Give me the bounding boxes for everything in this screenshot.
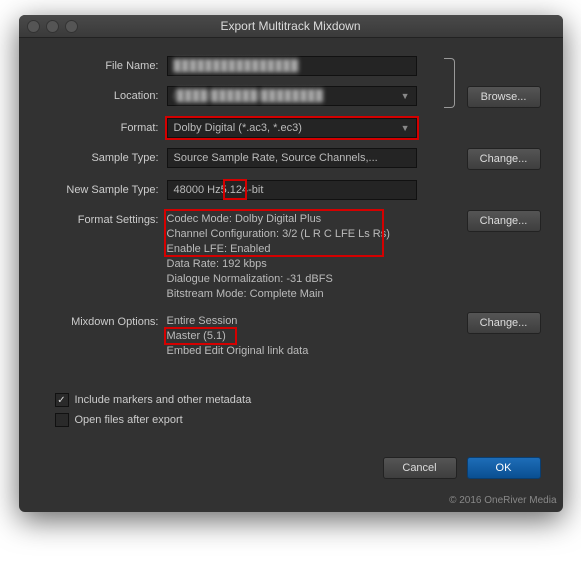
file-name-input[interactable]: ████████████████ (167, 56, 417, 76)
minimize-icon[interactable] (46, 20, 59, 33)
chevron-down-icon: ▼ (401, 123, 410, 133)
format-settings-label: Format Settings: (41, 210, 167, 226)
format-dropdown[interactable]: Dolby Digital (*.ac3, *.ec3) ▼ (167, 118, 417, 138)
titlebar[interactable]: Export Multitrack Mixdown (19, 15, 563, 38)
format-settings-value: Codec Mode: Dolby Digital Plus Channel C… (167, 210, 417, 302)
include-markers-checkbox[interactable]: ✓ (55, 393, 69, 407)
mixdown-options-label: Mixdown Options: (41, 312, 167, 328)
sample-type-value: Source Sample Rate, Source Channels,... (167, 148, 417, 168)
window-title: Export Multitrack Mixdown (19, 19, 563, 33)
sample-type-label: Sample Type: (41, 148, 167, 164)
cancel-button[interactable]: Cancel (383, 457, 457, 479)
include-markers-label: Include markers and other metadata (75, 394, 252, 406)
chevron-down-icon: ▼ (401, 91, 410, 101)
open-after-label: Open files after export (75, 414, 183, 426)
copyright: © 2016 OneRiver Media (19, 495, 563, 512)
new-sample-type-value: 48000 Hz 5.1 24-bit (167, 180, 417, 200)
location-label: Location: (41, 86, 167, 102)
file-name-label: File Name: (41, 56, 167, 72)
change-mixdown-button[interactable]: Change... (467, 312, 541, 334)
ok-button[interactable]: OK (467, 457, 541, 479)
open-after-checkbox[interactable] (55, 413, 69, 427)
new-sample-type-label: New Sample Type: (41, 180, 167, 196)
change-format-settings-button[interactable]: Change... (467, 210, 541, 232)
zoom-icon[interactable] (65, 20, 78, 33)
format-label: Format: (41, 118, 167, 134)
browse-button[interactable]: Browse... (467, 86, 541, 108)
location-dropdown[interactable]: /████/██████/████████ ▼ (167, 86, 417, 106)
mixdown-options-value: Entire Session Master (5.1) Embed Edit O… (167, 312, 455, 359)
change-sample-type-button[interactable]: Change... (467, 148, 541, 170)
export-dialog: Export Multitrack Mixdown File Name: ███… (19, 15, 563, 512)
close-icon[interactable] (27, 20, 40, 33)
